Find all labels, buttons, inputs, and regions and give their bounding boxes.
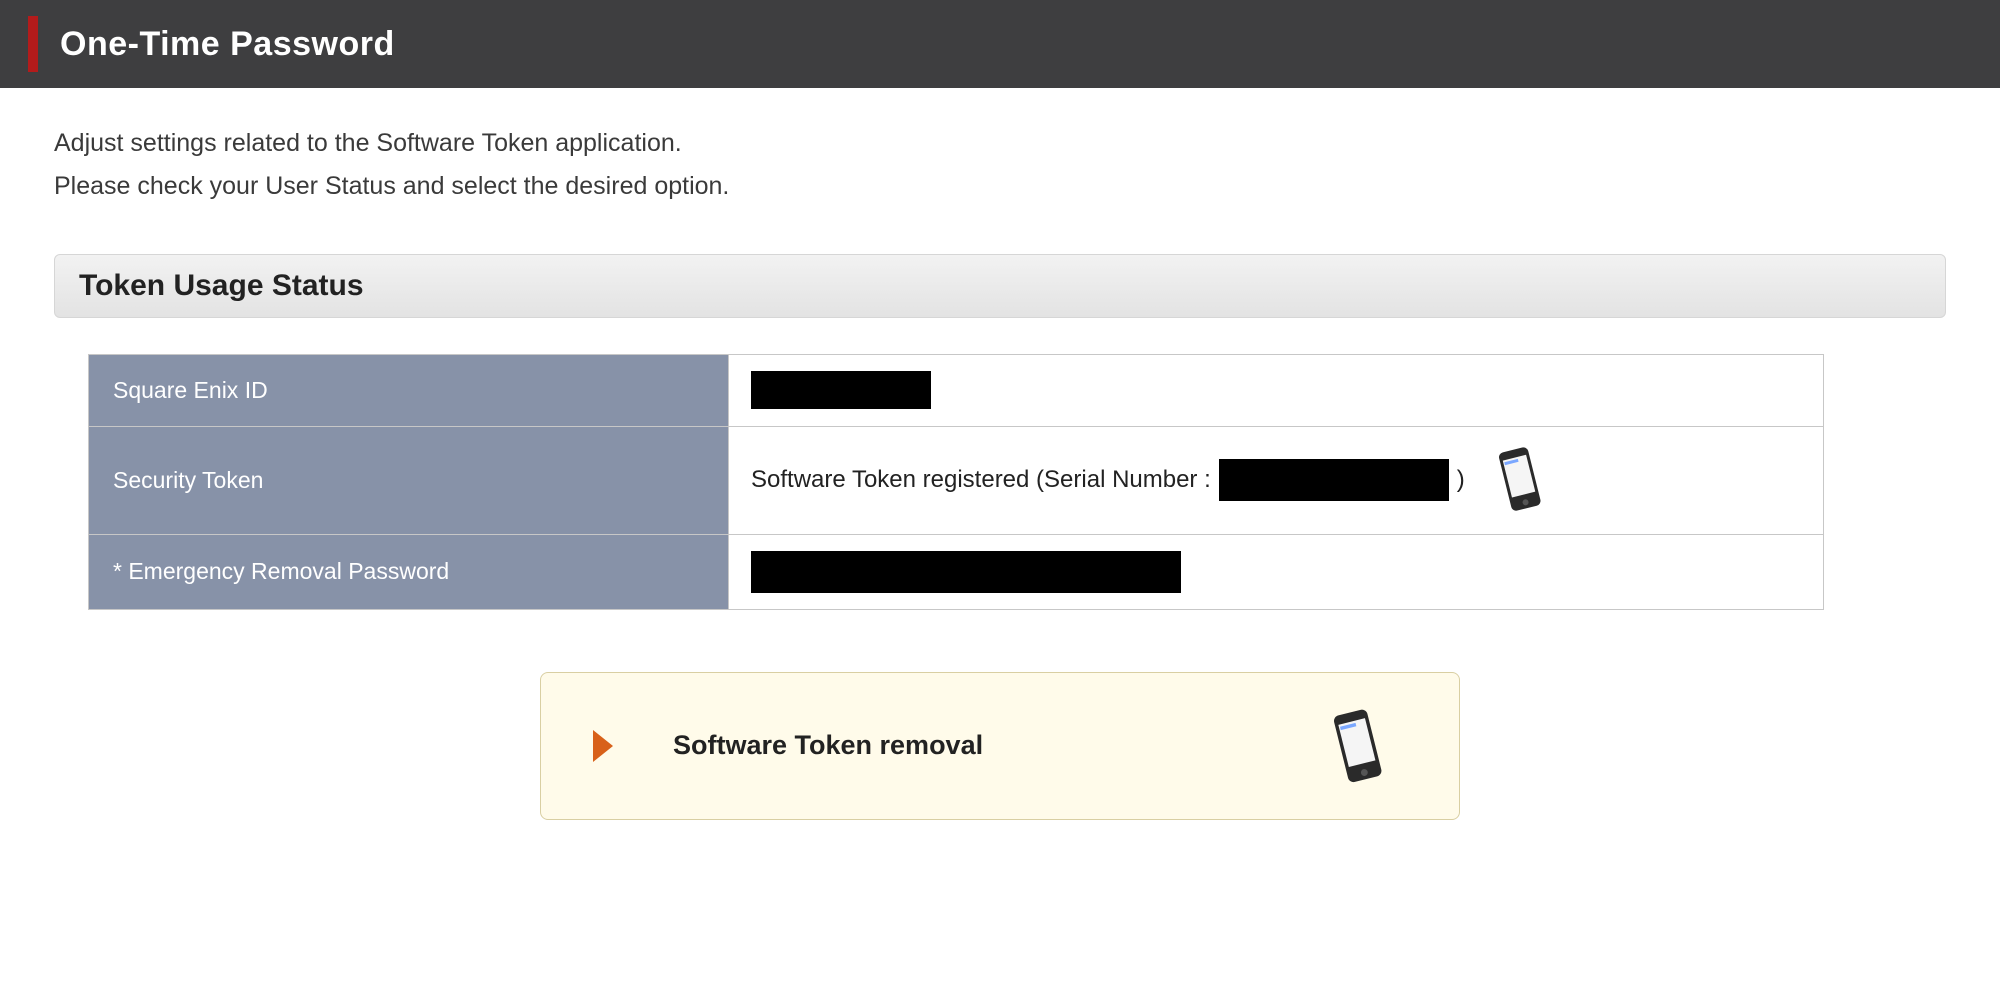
software-token-removal-button[interactable]: Software Token removal xyxy=(540,672,1460,820)
status-table: Square Enix ID Security Token Software T… xyxy=(88,354,1824,610)
header-accent-bar xyxy=(28,16,38,72)
table-row: Security Token Software Token registered… xyxy=(89,426,1824,534)
intro-text-line-2: Please check your User Status and select… xyxy=(54,167,1946,206)
security-token-text-suffix: ) xyxy=(1457,466,1465,494)
redacted-serial xyxy=(1219,459,1449,501)
intro-text-line-1: Adjust settings related to the Software … xyxy=(54,124,1946,163)
emergency-removal-password-value xyxy=(729,534,1824,609)
token-phone-icon xyxy=(1329,707,1379,777)
token-usage-status-panel: Token Usage Status xyxy=(54,254,1946,318)
page-header: One-Time Password xyxy=(0,0,2000,88)
security-token-text-prefix: Software Token registered (Serial Number… xyxy=(751,466,1211,494)
page-title: One-Time Password xyxy=(60,25,395,64)
token-usage-status-title: Token Usage Status xyxy=(79,269,1921,303)
security-token-value: Software Token registered (Serial Number… xyxy=(729,426,1824,534)
emergency-removal-password-label: * Emergency Removal Password xyxy=(89,534,729,609)
table-row: Square Enix ID xyxy=(89,354,1824,426)
arrow-right-icon xyxy=(593,730,613,762)
redacted-id xyxy=(751,371,931,409)
token-phone-icon xyxy=(1495,445,1545,515)
table-row: * Emergency Removal Password xyxy=(89,534,1824,609)
square-enix-id-label: Square Enix ID xyxy=(89,354,729,426)
square-enix-id-value xyxy=(729,354,1824,426)
security-token-label: Security Token xyxy=(89,426,729,534)
redacted-erp xyxy=(751,551,1181,593)
action-button-label: Software Token removal xyxy=(673,730,983,761)
